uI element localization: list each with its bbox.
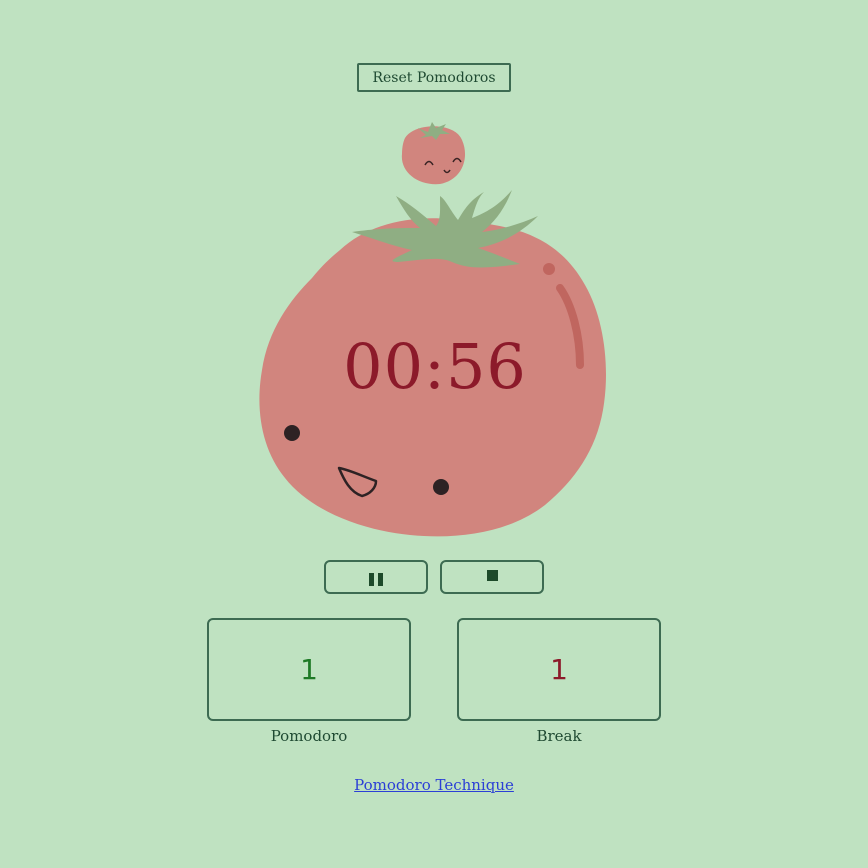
stop-button[interactable] xyxy=(440,560,544,594)
break-count-label: Break xyxy=(536,727,582,745)
pomodoro-count-box: 1 xyxy=(207,618,411,721)
pomodoro-count-label: Pomodoro xyxy=(270,727,348,745)
tomato-illustration xyxy=(259,122,606,537)
stop-icon xyxy=(486,569,498,581)
pause-icon xyxy=(369,572,383,586)
pause-button[interactable] xyxy=(324,560,428,594)
pomodoro-page: Reset Pomodoros 00:56 1 Pomodoro 1 Break… xyxy=(0,0,868,868)
small-tomato-icon xyxy=(401,122,466,185)
pomodoro-technique-link[interactable]: Pomodoro Technique xyxy=(284,776,584,794)
timer-display: 00:56 xyxy=(343,329,527,403)
break-count-box: 1 xyxy=(457,618,661,721)
